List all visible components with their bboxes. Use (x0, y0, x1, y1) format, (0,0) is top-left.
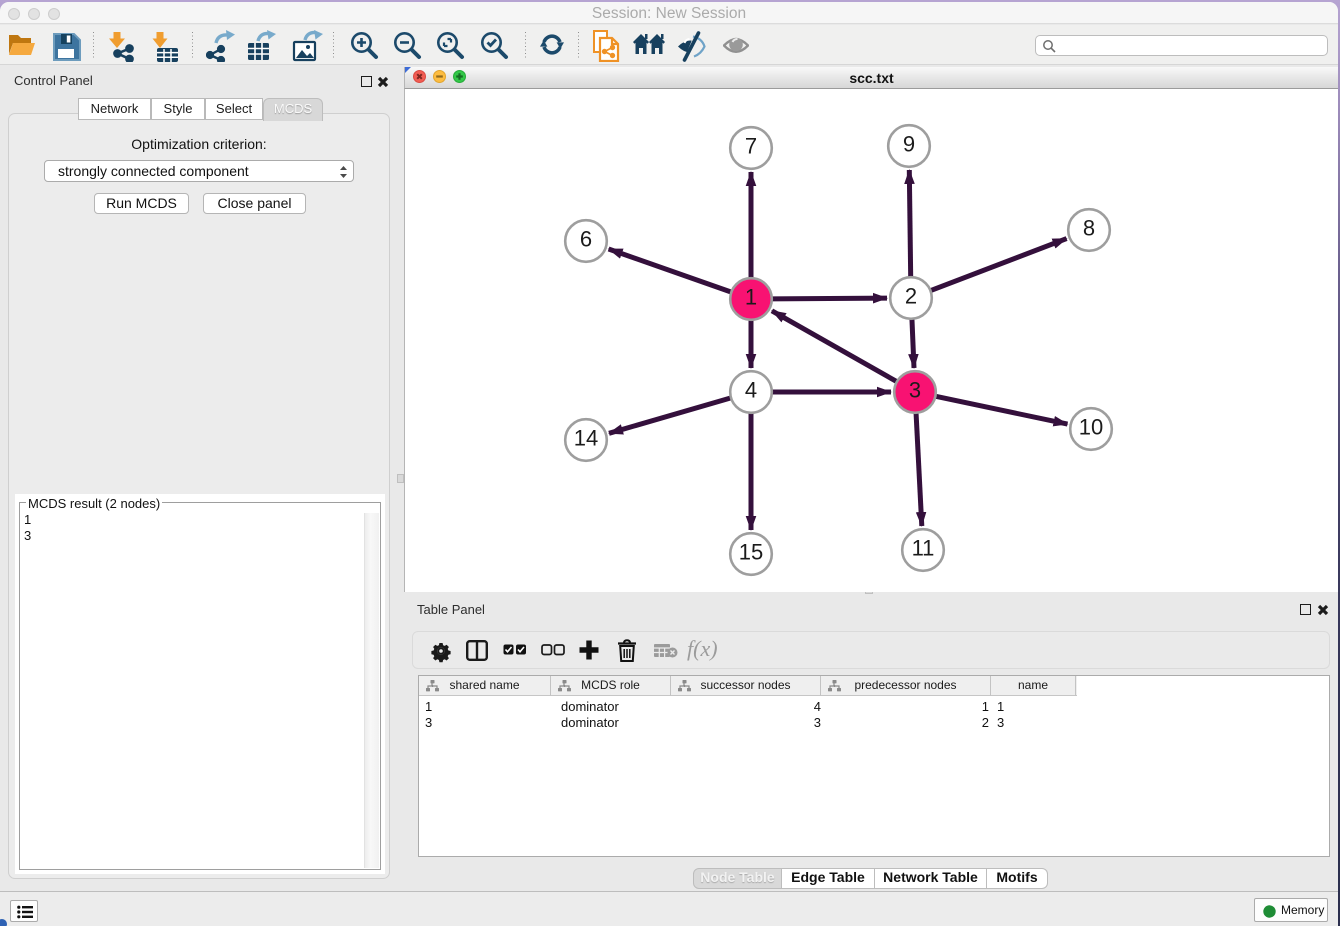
svg-text:8: 8 (1083, 216, 1095, 241)
svg-text:3: 3 (909, 378, 921, 403)
svg-text:11: 11 (912, 536, 935, 561)
svg-text:6: 6 (580, 227, 592, 252)
svg-text:1: 1 (745, 285, 757, 310)
svg-text:7: 7 (745, 134, 757, 159)
svg-text:10: 10 (1079, 415, 1103, 440)
svg-text:14: 14 (574, 426, 598, 451)
svg-text:4: 4 (745, 378, 757, 403)
svg-text:2: 2 (905, 284, 917, 309)
svg-text:15: 15 (739, 540, 763, 565)
svg-text:9: 9 (903, 132, 915, 157)
